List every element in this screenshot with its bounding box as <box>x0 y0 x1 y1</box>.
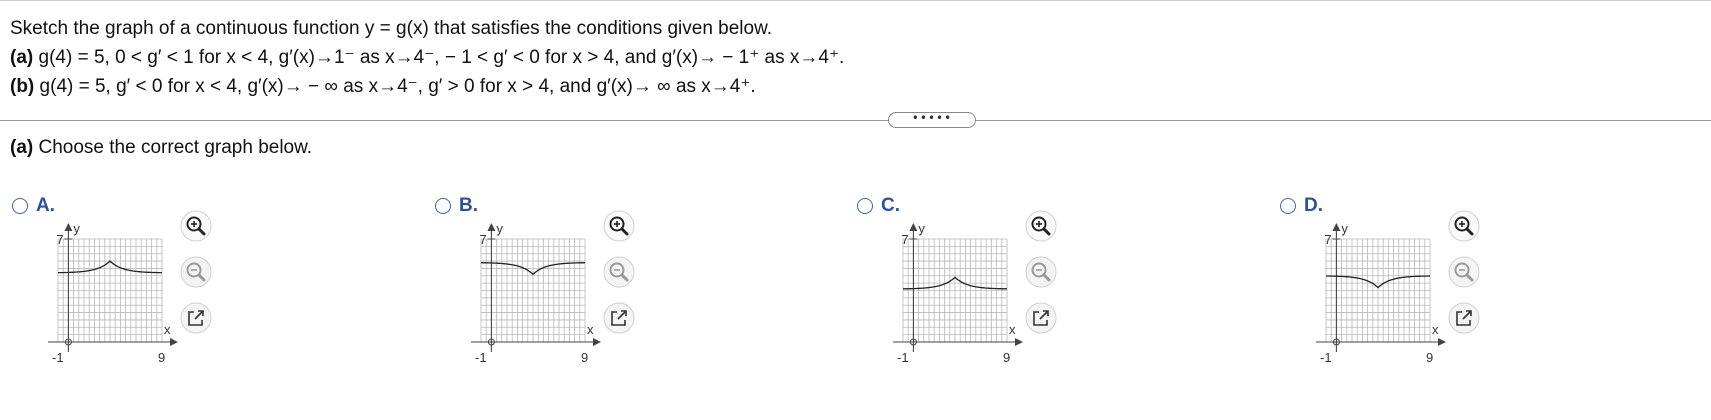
zoom-in-icon <box>603 210 635 242</box>
y-axis-label: y <box>496 221 503 236</box>
zoom-out-button[interactable] <box>180 256 212 288</box>
x-axis-arrow <box>1015 338 1023 346</box>
part-b-text: g(4) = 5, g′ < 0 for x < 4, g′(x)→ − ∞ a… <box>34 76 756 97</box>
zoom-in-button[interactable] <box>1025 210 1057 242</box>
x-min-label: -1 <box>475 350 487 365</box>
y-axis-arrow <box>1332 223 1341 231</box>
x-max-label: 9 <box>1426 350 1433 365</box>
x-max-label: 9 <box>581 350 588 365</box>
popout-icon <box>1025 302 1057 334</box>
part-a-text: g(4) = 5, 0 < g′ < 1 for x < 4, g′(x)→1⁻… <box>33 47 845 68</box>
graph-thumbnail[interactable]: 7y x -1 9 <box>441 212 601 372</box>
zoom-out-button[interactable] <box>603 256 635 288</box>
y-axis-label: y <box>73 221 80 236</box>
x-axis-label: x <box>164 322 171 337</box>
popout-button[interactable] <box>1025 302 1057 334</box>
zoom-in-icon <box>1025 210 1057 242</box>
x-axis-arrow <box>1438 338 1446 346</box>
part-a-label: (a) <box>10 47 34 68</box>
part-b-label: (b) <box>10 76 35 97</box>
y-tick-label: 7 <box>901 232 908 247</box>
x-max-label: 9 <box>1003 350 1010 365</box>
zoom-out-icon <box>1448 256 1480 288</box>
zoom-out-icon <box>180 256 212 288</box>
graph-thumbnail[interactable]: 7y x -1 9 <box>1286 212 1446 372</box>
x-max-label: 9 <box>158 350 165 365</box>
zoom-in-button[interactable] <box>180 210 212 242</box>
question-part-b: (b) g(4) = 5, g′ < 0 for x < 4, g′(x)→ −… <box>10 72 844 101</box>
answer-option-d[interactable]: D. 7 y x -1 9 <box>1280 192 1600 402</box>
x-axis-label: x <box>1432 322 1439 337</box>
answer-option-c[interactable]: C. 7 y x -1 9 <box>857 192 1177 402</box>
x-min-label: -1 <box>52 350 64 365</box>
answer-option-b[interactable]: B. 7 y x -1 9 <box>435 192 755 402</box>
y-axis-arrow <box>909 223 918 231</box>
part-heading-text: Choose the correct graph below. <box>33 137 313 158</box>
part-heading: (a) Choose the correct graph below. <box>10 137 312 159</box>
graph-thumbnail[interactable]: 7y x -1 9 <box>863 212 1023 372</box>
popout-button[interactable] <box>1448 302 1480 334</box>
zoom-in-button[interactable] <box>1448 210 1480 242</box>
section-divider <box>0 120 1711 121</box>
y-axis-arrow <box>64 223 73 231</box>
zoom-in-button[interactable] <box>603 210 635 242</box>
y-tick-label: 7 <box>56 232 63 247</box>
answer-option-a[interactable]: A. 7 y x -1 9 <box>12 192 332 402</box>
y-axis-arrow <box>487 223 496 231</box>
part-heading-label: (a) <box>10 137 34 158</box>
question-intro: Sketch the graph of a continuous functio… <box>10 18 773 39</box>
x-axis-arrow <box>593 338 601 346</box>
zoom-out-button[interactable] <box>1025 256 1057 288</box>
x-axis-label: x <box>1009 322 1016 337</box>
graph-thumbnail[interactable]: 7y x -1 9 <box>18 212 178 372</box>
y-tick-label: 7 <box>479 232 486 247</box>
popout-button[interactable] <box>603 302 635 334</box>
x-min-label: -1 <box>1320 350 1332 365</box>
zoom-out-icon <box>603 256 635 288</box>
popout-icon <box>1448 302 1480 334</box>
top-border <box>0 0 1711 1</box>
y-tick-label: 7 <box>1324 232 1331 247</box>
popout-icon <box>603 302 635 334</box>
question-text: Sketch the graph of a continuous functio… <box>10 14 844 101</box>
x-axis-arrow <box>170 338 178 346</box>
popout-icon <box>180 302 212 334</box>
zoom-out-button[interactable] <box>1448 256 1480 288</box>
y-axis-label: y <box>918 221 925 236</box>
zoom-in-icon <box>180 210 212 242</box>
y-axis-label: y <box>1341 221 1348 236</box>
x-min-label: -1 <box>897 350 909 365</box>
x-axis-label: x <box>587 322 594 337</box>
popout-button[interactable] <box>180 302 212 334</box>
expand-toggle-button[interactable]: ••••• <box>888 112 976 128</box>
question-part-a: (a) g(4) = 5, 0 < g′ < 1 for x < 4, g′(x… <box>10 43 844 72</box>
zoom-in-icon <box>1448 210 1480 242</box>
zoom-out-icon <box>1025 256 1057 288</box>
